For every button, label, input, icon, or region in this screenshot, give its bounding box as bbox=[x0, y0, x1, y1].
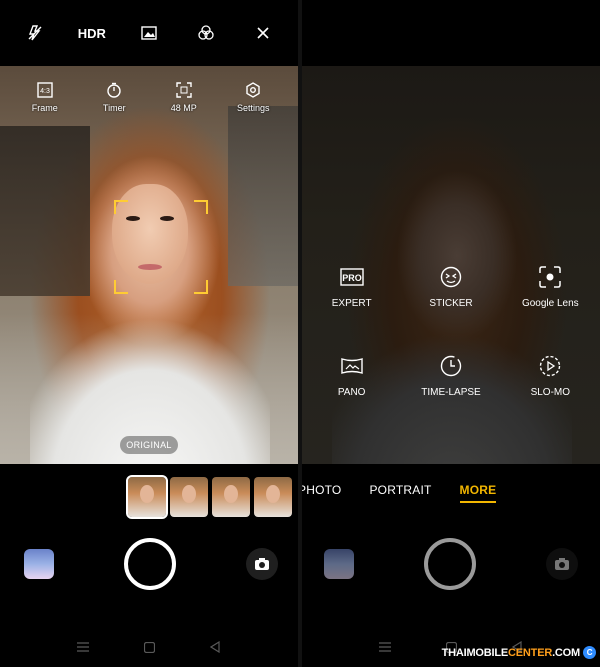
flash-off-icon[interactable] bbox=[19, 17, 51, 49]
mode-time-lapse[interactable]: TIME-LAPSE bbox=[411, 353, 491, 398]
svg-text:4:3: 4:3 bbox=[40, 88, 50, 95]
capture-controls bbox=[302, 535, 600, 595]
close-icon[interactable] bbox=[247, 17, 279, 49]
camera-top-bar: HDR bbox=[0, 0, 298, 66]
mode-expert[interactable]: PRO EXPERT bbox=[312, 264, 392, 309]
timer-icon bbox=[104, 80, 124, 100]
quick-settings-bar: 4:3 Frame Timer 48 MP Settings bbox=[0, 80, 298, 113]
mode-label: SLO-MO bbox=[530, 387, 571, 398]
mode-label: TIME-LAPSE bbox=[421, 387, 481, 398]
mode-label: Google Lens bbox=[521, 298, 579, 309]
camera-screen-left: HDR 4:3 Frame Timer 48 MP Settings ORIGI… bbox=[0, 0, 298, 667]
filter-thumbnail[interactable] bbox=[212, 477, 250, 517]
camera-mode-tabs: PHOTO PORTRAIT MORE bbox=[302, 483, 497, 503]
more-modes-grid: PRO EXPERT STICKER Google Lens PANO TIME… bbox=[302, 264, 600, 442]
site-watermark: THAIMOBILE CENTER .COM C bbox=[442, 646, 596, 659]
frame-label: Frame bbox=[31, 103, 58, 113]
tab-photo[interactable]: PHOTO bbox=[302, 483, 341, 497]
watermark-badge: C bbox=[583, 646, 596, 659]
mode-pano[interactable]: PANO bbox=[312, 353, 392, 398]
system-nav-bar bbox=[0, 627, 298, 667]
svg-text:PRO: PRO bbox=[342, 273, 362, 283]
filter-thumbnail[interactable] bbox=[254, 477, 292, 517]
resolution-button[interactable]: 48 MP bbox=[154, 80, 214, 113]
mode-slo-mo[interactable]: SLO-MO bbox=[510, 353, 590, 398]
switch-camera-icon[interactable] bbox=[546, 548, 578, 580]
filter-thumbnail[interactable] bbox=[170, 477, 208, 517]
filter-thumbnail-original[interactable] bbox=[126, 475, 168, 519]
timer-button[interactable]: Timer bbox=[84, 80, 144, 113]
gallery-thumbnail[interactable] bbox=[324, 549, 354, 579]
tab-portrait[interactable]: PORTRAIT bbox=[369, 483, 431, 497]
settings-icon bbox=[243, 80, 263, 100]
time-lapse-icon bbox=[438, 353, 464, 379]
camera-top-bar-empty bbox=[302, 0, 600, 66]
back-icon[interactable] bbox=[208, 640, 222, 654]
settings-button[interactable]: Settings bbox=[223, 80, 283, 113]
hdr-button[interactable]: HDR bbox=[76, 17, 108, 49]
face-focus-box bbox=[114, 200, 208, 294]
filters-icon[interactable] bbox=[190, 17, 222, 49]
mode-google-lens[interactable]: Google Lens bbox=[510, 264, 590, 309]
camera-screen-right: PRO EXPERT STICKER Google Lens PANO TIME… bbox=[302, 0, 600, 667]
timer-label: Timer bbox=[102, 103, 126, 113]
frame-button[interactable]: 4:3 Frame bbox=[15, 80, 75, 113]
background-building bbox=[0, 126, 90, 296]
switch-camera-icon[interactable] bbox=[246, 548, 278, 580]
shutter-button[interactable] bbox=[124, 538, 176, 590]
watermark-text-accent: CENTER bbox=[508, 646, 553, 659]
resolution-icon bbox=[174, 80, 194, 100]
slow-motion-icon bbox=[537, 353, 563, 379]
watermark-text: .COM bbox=[552, 646, 580, 659]
google-lens-icon bbox=[537, 264, 563, 290]
filter-name-label: ORIGINAL bbox=[120, 436, 178, 454]
mode-label: EXPERT bbox=[331, 298, 372, 309]
filter-thumbnails bbox=[126, 475, 292, 519]
mode-sticker[interactable]: STICKER bbox=[411, 264, 491, 309]
panorama-icon bbox=[339, 353, 365, 379]
pro-icon: PRO bbox=[339, 264, 365, 290]
background-building bbox=[228, 106, 298, 286]
home-icon[interactable] bbox=[142, 640, 156, 654]
menu-icon[interactable] bbox=[378, 640, 392, 654]
menu-icon[interactable] bbox=[76, 640, 90, 654]
frame-icon: 4:3 bbox=[35, 80, 55, 100]
mode-label: STICKER bbox=[429, 298, 473, 309]
sticker-icon bbox=[438, 264, 464, 290]
shutter-button[interactable] bbox=[424, 538, 476, 590]
capture-controls bbox=[0, 535, 298, 595]
resolution-label: 48 MP bbox=[170, 103, 197, 113]
gallery-thumbnail[interactable] bbox=[24, 549, 54, 579]
settings-label: Settings bbox=[236, 103, 270, 113]
tab-more[interactable]: MORE bbox=[459, 483, 497, 503]
image-icon[interactable] bbox=[133, 17, 165, 49]
mode-label: PANO bbox=[337, 387, 366, 398]
watermark-text: THAIMOBILE bbox=[441, 646, 509, 659]
